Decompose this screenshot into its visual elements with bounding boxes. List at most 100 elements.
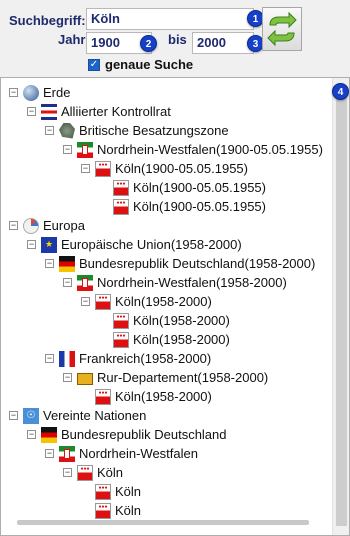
year-to-input[interactable]: 2000 xyxy=(192,32,254,54)
tree-collapse-toggle[interactable]: − xyxy=(27,240,36,249)
tree-node-label: Köln(1958-2000) xyxy=(133,332,230,347)
tree-node-label: Bundesrepublik Deutschland(1958-2000) xyxy=(79,256,316,271)
tree-collapse-toggle[interactable]: − xyxy=(63,278,72,287)
tree-node-label: Alliierter Kontrollrat xyxy=(61,104,171,119)
koln-coat-of-arms-icon xyxy=(113,198,129,215)
tree-node[interactable]: Bundesrepublik Deutschland xyxy=(41,425,227,444)
tree-node[interactable]: Köln xyxy=(77,463,123,482)
tree-node-label: Erde xyxy=(43,85,71,100)
rur-departement-icon xyxy=(77,372,93,385)
british-zone-map-icon xyxy=(59,122,75,139)
koln-coat-of-arms-icon xyxy=(95,502,111,519)
globe-icon xyxy=(23,84,39,101)
tree-node[interactable]: Alliierter Kontrollrat xyxy=(41,102,171,121)
tree-node[interactable]: Nordrhein-Westfalen(1900-05.05.1955) xyxy=(77,140,323,159)
tree-node[interactable]: Rur-Departement(1958-2000) xyxy=(77,368,268,387)
nrw-flag-icon xyxy=(77,141,93,158)
search-input[interactable]: Köln xyxy=(86,8,254,30)
tree-collapse-toggle[interactable]: − xyxy=(63,373,72,382)
tree-node-label: Köln xyxy=(115,503,142,518)
tree-node[interactable]: ★ Europäische Union(1958-2000) xyxy=(41,235,242,254)
tree-node-label: Nordrhein-Westfalen xyxy=(79,446,198,461)
europe-pie-icon xyxy=(23,217,39,234)
tree-node-label: Britische Besatzungszone xyxy=(79,123,229,138)
year-between-label: bis xyxy=(168,32,187,47)
tree-node[interactable]: Europa xyxy=(23,216,85,235)
vertical-scrollbar-thumb[interactable] xyxy=(336,96,347,526)
french-flag-icon xyxy=(59,350,75,367)
tree-node[interactable]: Köln(1958-2000) xyxy=(113,330,230,349)
tree-node[interactable]: Nordrhein-Westfalen xyxy=(59,444,198,463)
tree-node-label: Köln(1958-2000) xyxy=(115,294,212,309)
tree-node[interactable]: Köln(1900-05.05.1955) xyxy=(113,197,266,216)
koln-coat-of-arms-icon xyxy=(95,160,111,177)
tree-node-label: Köln xyxy=(115,484,142,499)
tree-node[interactable]: Köln(1958-2000) xyxy=(95,292,212,311)
tree-node[interactable]: Köln(1900-05.05.1955) xyxy=(113,178,266,197)
tree-node[interactable]: Köln(1958-2000) xyxy=(113,311,230,330)
tree-node-label: Vereinte Nationen xyxy=(43,408,147,423)
tree-collapse-toggle[interactable]: − xyxy=(9,221,18,230)
tree-node[interactable]: Köln(1900-05.05.1955) xyxy=(95,159,248,178)
allied-control-council-flag-icon xyxy=(41,103,57,120)
tree-collapse-toggle[interactable]: − xyxy=(45,259,54,268)
callout-badge-2: 2 xyxy=(140,35,157,52)
callout-badge-4: 4 xyxy=(332,83,349,100)
search-term-label: Suchbegriff: xyxy=(9,13,86,28)
koln-coat-of-arms-icon xyxy=(95,483,111,500)
german-flag-icon xyxy=(59,255,75,272)
koln-coat-of-arms-icon xyxy=(113,179,129,196)
koln-coat-of-arms-icon xyxy=(95,388,111,405)
tree-collapse-toggle[interactable]: − xyxy=(9,411,18,420)
exact-search-checkbox[interactable]: ✓ xyxy=(88,59,100,71)
nrw-flag-icon xyxy=(59,445,75,462)
year-label: Jahr xyxy=(58,32,86,47)
koln-coat-of-arms-icon xyxy=(95,293,111,310)
tree-collapse-toggle[interactable]: − xyxy=(63,145,72,154)
vertical-scrollbar[interactable] xyxy=(332,78,349,535)
horizontal-scrollbar-thumb[interactable] xyxy=(17,520,309,525)
tree-collapse-toggle[interactable]: − xyxy=(27,107,36,116)
swap-search-button[interactable] xyxy=(262,7,302,51)
koln-coat-of-arms-icon xyxy=(113,312,129,329)
tree-collapse-toggle[interactable]: − xyxy=(81,164,90,173)
tree-node-label: Frankreich(1958-2000) xyxy=(79,351,212,366)
tree-node-label: Rur-Departement(1958-2000) xyxy=(97,370,269,385)
result-tree[interactable]: 4 − Erde − Alliierter Kontrollrat − Britische… xyxy=(0,77,350,536)
german-flag-icon xyxy=(41,426,57,443)
tree-node[interactable]: Bundesrepublik Deutschland(1958-2000) xyxy=(59,254,315,273)
nrw-flag-icon xyxy=(77,274,93,291)
tree-collapse-toggle[interactable]: − xyxy=(45,354,54,363)
eu-flag-icon: ★ xyxy=(41,236,57,253)
tree-node-label: Europäische Union(1958-2000) xyxy=(61,237,242,252)
tree-node-label: Europa xyxy=(43,218,85,233)
tree-node-label: Nordrhein-Westfalen(1958-2000) xyxy=(97,275,287,290)
exact-search-label: genaue Suche xyxy=(105,57,194,72)
tree-node[interactable]: Köln xyxy=(95,501,141,520)
tree-node[interactable]: Britische Besatzungszone xyxy=(59,121,229,140)
tree-node[interactable]: Erde xyxy=(23,83,70,102)
tree-node-label: Köln(1900-05.05.1955) xyxy=(115,161,248,176)
koln-coat-of-arms-icon xyxy=(77,464,93,481)
tree-node[interactable]: Nordrhein-Westfalen(1958-2000) xyxy=(77,273,287,292)
tree-node-label: Nordrhein-Westfalen(1900-05.05.1955) xyxy=(97,142,323,157)
tree-node-label: Köln(1900-05.05.1955) xyxy=(133,199,266,214)
tree-collapse-toggle[interactable]: − xyxy=(27,430,36,439)
un-flag-icon: ☉ xyxy=(23,407,39,424)
tree-node[interactable]: ☉ Vereinte Nationen xyxy=(23,406,146,425)
tree-collapse-toggle[interactable]: − xyxy=(81,297,90,306)
tree-node-label: Köln(1958-2000) xyxy=(115,389,212,404)
tree-collapse-toggle[interactable]: − xyxy=(45,126,54,135)
tree-node-label: Köln xyxy=(97,465,124,480)
tree-node[interactable]: Köln(1958-2000) xyxy=(95,387,212,406)
tree-collapse-toggle[interactable]: − xyxy=(45,449,54,458)
swap-arrows-icon xyxy=(267,11,297,47)
tree-collapse-toggle[interactable]: − xyxy=(63,468,72,477)
tree-node-label: Köln(1958-2000) xyxy=(133,313,230,328)
tree-collapse-toggle[interactable]: − xyxy=(9,88,18,97)
tree-node-label: Bundesrepublik Deutschland xyxy=(61,427,227,442)
tree-node-label: Köln(1900-05.05.1955) xyxy=(133,180,266,195)
koln-coat-of-arms-icon xyxy=(113,331,129,348)
tree-node[interactable]: Frankreich(1958-2000) xyxy=(59,349,211,368)
tree-node[interactable]: Köln xyxy=(95,482,141,501)
